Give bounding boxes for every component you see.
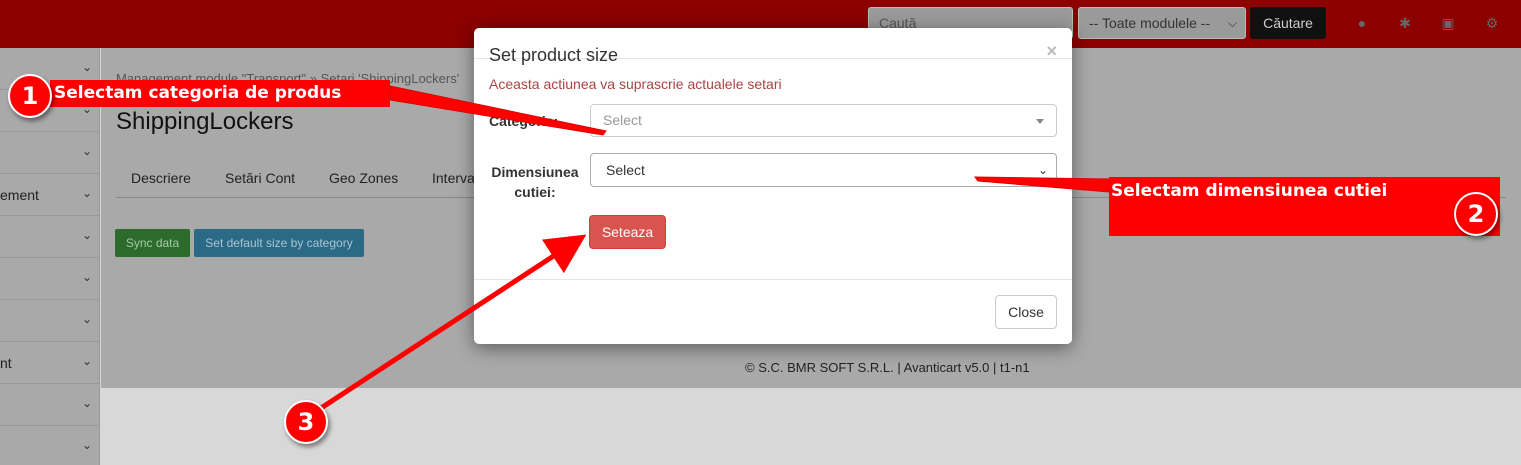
chevron-down-icon: ⌄: [81, 186, 92, 200]
set-product-size-modal: Set product size × Aceasta actiunea va s…: [474, 28, 1072, 344]
search-button[interactable]: Căutare: [1250, 7, 1326, 39]
sidebar-item[interactable]: ⌄: [0, 216, 100, 258]
sidebar-item[interactable]: ⌄: [0, 132, 100, 174]
sidebar-item-label: ement: [0, 187, 39, 203]
set-default-size-button[interactable]: Set default size by category: [194, 229, 364, 257]
chevron-down-icon: ⌄: [81, 438, 92, 452]
category-select[interactable]: Select: [590, 104, 1057, 137]
sidebar-item[interactable]: nt ⌄: [0, 342, 100, 384]
chevron-down-icon: ⌄: [81, 60, 92, 74]
footer-copyright: © S.C. BMR SOFT S.R.L. | Avanticart v5.0…: [745, 360, 1030, 375]
category-label: Categorie:: [489, 113, 559, 129]
modal-footer-divider: [474, 279, 1072, 280]
close-button[interactable]: Close: [995, 295, 1057, 329]
sidebar-item[interactable]: ement ⌄: [0, 174, 100, 216]
step-2-callout: Selectam dimensiunea cutiei: [1109, 177, 1500, 236]
chevron-down-icon: ⌄: [81, 354, 92, 368]
tab-geo-zones[interactable]: Geo Zones: [329, 170, 398, 186]
sidebar-item[interactable]: ⌄: [0, 426, 100, 465]
caret-down-icon: [1036, 119, 1044, 124]
bug-icon[interactable]: ✱: [1394, 12, 1416, 34]
bell-icon[interactable]: ●: [1351, 12, 1373, 34]
close-icon[interactable]: ×: [1046, 41, 1057, 61]
modal-title: Set product size: [489, 45, 619, 65]
sidebar-item-label: nt: [0, 355, 12, 371]
category-select-value: Select: [603, 112, 642, 128]
chevron-down-icon: ⌄: [81, 396, 92, 410]
gear-icon[interactable]: ⚙: [1481, 12, 1503, 34]
chevron-down-icon: ⌄: [81, 312, 92, 326]
step-1-badge: 1: [8, 74, 52, 118]
step-1-callout: Selectam categoria de produs: [50, 80, 390, 107]
tab-descriere[interactable]: Descriere: [131, 170, 191, 186]
tab-intervale[interactable]: Interva: [432, 170, 475, 186]
chevron-down-icon: ⌄: [81, 228, 92, 242]
seteaza-button[interactable]: Seteaza: [589, 215, 666, 249]
sidebar-item[interactable]: ⌄: [0, 300, 100, 342]
dimension-select[interactable]: Select ⌄: [590, 153, 1057, 187]
chevron-down-icon: ⌄: [81, 270, 92, 284]
chevron-down-icon: ⌄: [81, 144, 92, 158]
step-2-badge: 2: [1454, 192, 1498, 236]
chevron-down-icon: ⌵: [1227, 16, 1237, 30]
dimension-label: Dimensiunea cutiei:: [491, 164, 579, 200]
module-filter-value: -- Toate modulele --: [1089, 15, 1211, 31]
sidebar-item[interactable]: ⌄: [0, 384, 100, 426]
tab-setari-cont[interactable]: Setări Cont: [225, 170, 295, 186]
module-filter-select[interactable]: -- Toate modulele -- ⌵: [1078, 7, 1246, 39]
chevron-down-icon: ⌄: [1037, 163, 1048, 177]
briefcase-icon[interactable]: ▣: [1437, 12, 1459, 34]
page-title: ShippingLockers: [116, 108, 294, 135]
overwrite-warning: Aceasta actiunea va suprascrie actualele…: [489, 76, 782, 92]
dimension-select-value: Select: [606, 162, 645, 178]
sync-data-button[interactable]: Sync data: [115, 229, 190, 257]
step-3-badge: 3: [284, 400, 328, 444]
sidebar-item[interactable]: ⌄: [0, 258, 100, 300]
modal-header: Set product size ×: [474, 28, 1072, 65]
